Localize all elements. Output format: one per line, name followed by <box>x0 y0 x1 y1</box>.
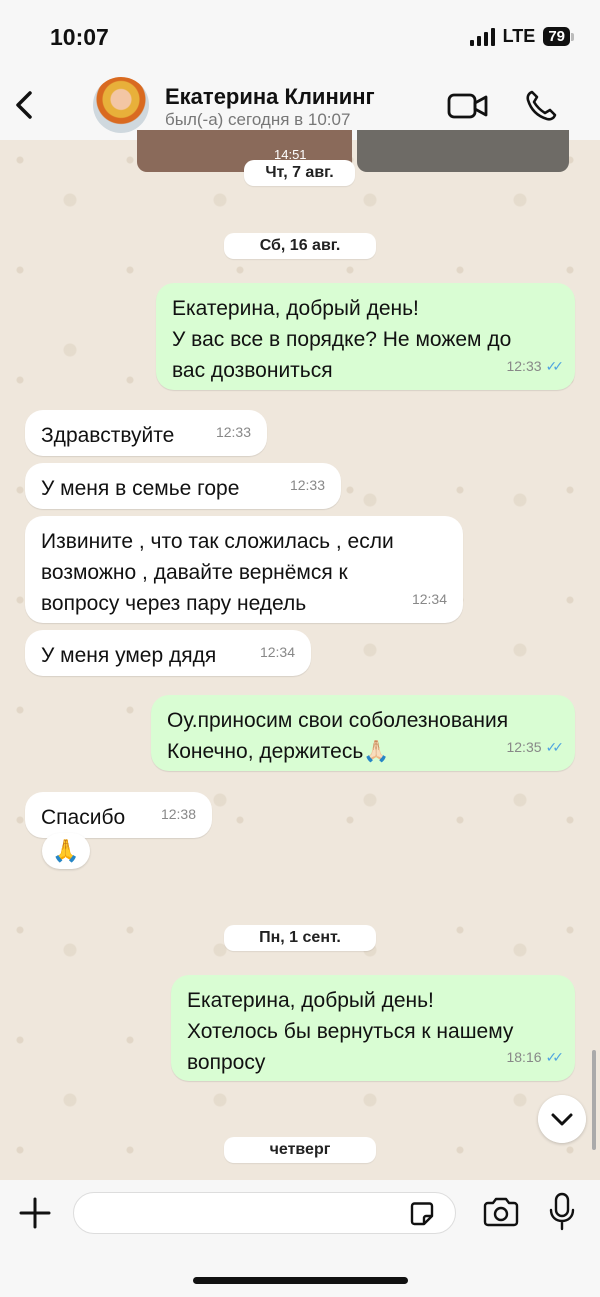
media-thumbnail[interactable] <box>357 130 569 172</box>
avatar[interactable] <box>93 77 149 133</box>
message-bubble-outgoing[interactable]: Екатерина, добрый день! Хотелось бы верн… <box>171 975 575 1081</box>
read-ticks-icon: ✓✓ <box>545 1049 565 1065</box>
media-thumbnails[interactable]: 14:51 <box>137 130 577 175</box>
back-arrow-icon[interactable] <box>10 85 40 125</box>
message-input[interactable] <box>73 1192 456 1234</box>
date-separator: Пн, 1 сент. <box>224 925 376 951</box>
scrollbar[interactable] <box>592 1050 596 1150</box>
message-time: 12:34 <box>411 591 447 607</box>
message-text: Екатерина, добрый день! Хотелось бы верн… <box>187 989 514 1074</box>
message-time: 12:33 <box>215 424 251 440</box>
message-bubble-incoming[interactable]: У меня в семье горе 12:33 <box>25 463 341 509</box>
message-bubble-incoming[interactable]: Здравствуйте 12:33 <box>25 410 267 456</box>
video-call-icon[interactable] <box>447 91 489 121</box>
sticker-icon[interactable] <box>408 1200 436 1228</box>
network-label: LTE <box>502 26 536 46</box>
read-ticks-icon: ✓✓ <box>545 739 565 755</box>
message-bubble-incoming[interactable]: Извините , что так сложилась , если возм… <box>25 516 463 623</box>
message-bubble-outgoing[interactable]: Оу.приносим свои соболезнования Конечно,… <box>151 695 575 771</box>
plus-icon[interactable] <box>18 1196 52 1230</box>
message-time: 12:34 <box>259 644 295 660</box>
battery-icon: 79 <box>543 27 574 46</box>
clock: 10:07 <box>50 24 109 50</box>
reaction-badge[interactable]: 🙏 <box>42 833 90 869</box>
message-time: 12:33 <box>289 477 325 493</box>
read-ticks-icon: ✓✓ <box>545 358 565 374</box>
contact-name[interactable]: Екатерина Клининг <box>165 84 375 110</box>
input-bar <box>0 1180 600 1297</box>
message-time: 18:16 <box>506 1049 542 1065</box>
message-time: 12:33 <box>506 358 542 374</box>
date-separator: Чт, 7 авг. <box>244 160 355 186</box>
message-text: Екатерина, добрый день! У вас все в поря… <box>172 297 512 382</box>
message-time: 12:38 <box>160 806 196 822</box>
status-bar: 10:07 LTE 79 <box>0 0 600 75</box>
contact-last-seen: был(-а) сегодня в 10:07 <box>165 110 351 129</box>
scroll-to-bottom-button[interactable] <box>538 1095 586 1143</box>
message-text: У меня в семье горе <box>41 477 240 500</box>
home-indicator <box>193 1277 408 1284</box>
phone-icon[interactable] <box>524 89 558 123</box>
message-text: Извините , что так сложилась , если возм… <box>41 530 394 615</box>
signal-icon <box>469 27 495 46</box>
date-separator: четверг <box>224 1137 376 1163</box>
date-separator: Сб, 16 авг. <box>224 233 376 259</box>
camera-icon[interactable] <box>482 1196 520 1228</box>
message-bubble-outgoing[interactable]: Екатерина, добрый день! У вас все в поря… <box>156 283 575 390</box>
message-time: 12:35 <box>506 739 542 755</box>
message-text: У меня умер дядя <box>41 644 217 667</box>
message-bubble-incoming[interactable]: Спасибо 12:38 <box>25 792 212 838</box>
microphone-icon[interactable] <box>548 1192 576 1232</box>
status-indicators: LTE 79 <box>469 26 574 47</box>
message-text: Оу.приносим свои соболезнования Конечно,… <box>167 709 509 763</box>
message-bubble-incoming[interactable]: У меня умер дядя 12:34 <box>25 630 311 676</box>
